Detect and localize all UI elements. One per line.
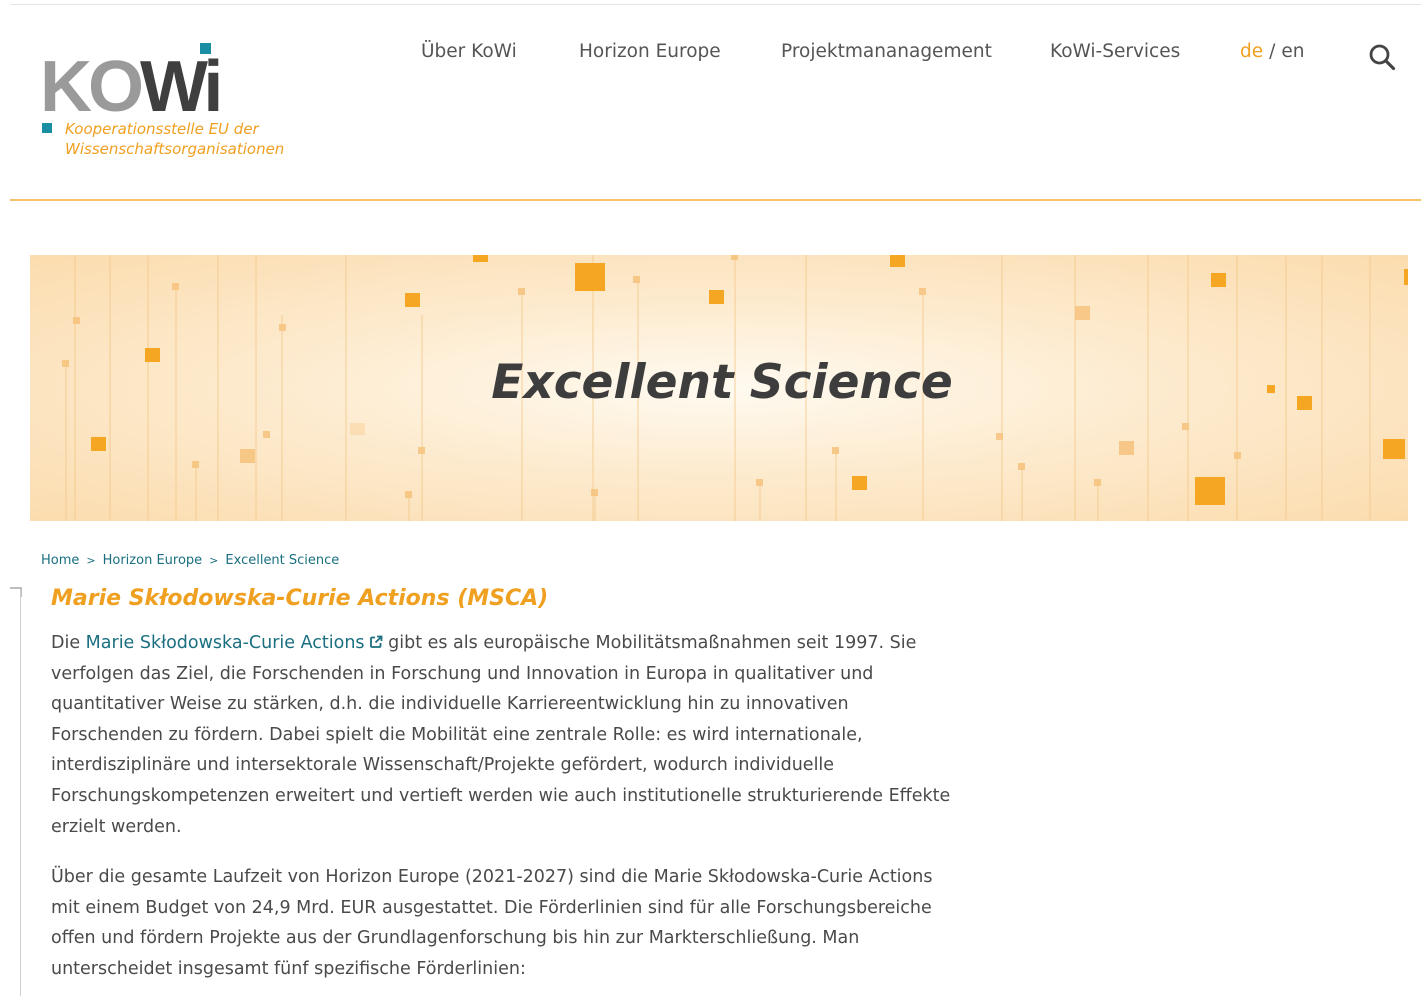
page-title: Marie Skłodowska-Curie Actions (MSCA) [51, 586, 549, 611]
external-link-icon[interactable] [369, 635, 383, 649]
breadcrumb-home[interactable]: Home [41, 553, 79, 568]
lang-en-link[interactable]: en [1281, 41, 1304, 62]
nav-item-ueber-kowi[interactable]: Über KoWi [421, 41, 517, 62]
search-icon[interactable] [1368, 43, 1396, 71]
banner-title: Excellent Science [491, 355, 953, 410]
nav-item-horizon-europe[interactable]: Horizon Europe [579, 41, 721, 62]
breadcrumb: Home > Horizon Europe > Excellent Science [41, 553, 339, 568]
nav-item-projektmanagement[interactable]: Projektmananagement [781, 41, 992, 62]
logo-wi: Wi [140, 47, 223, 127]
tagline-line-1: Kooperationsstelle EU der [65, 120, 259, 138]
tagline-line-2: Wissenschaftsorganisationen [65, 140, 285, 158]
logo-ko: KO [40, 47, 144, 127]
hero-banner: Excellent Science [30, 255, 1408, 521]
para1-prefix: Die [51, 633, 86, 653]
intro-paragraph: Die Marie Skłodowska-Curie Actions gibt … [51, 628, 951, 842]
breadcrumb-separator: > [86, 554, 96, 567]
breadcrumb-separator: > [209, 554, 219, 567]
msca-external-link[interactable]: Marie Skłodowska-Curie Actions [86, 633, 365, 653]
main-content: Marie Skłodowska-Curie Actions (MSCA) Di… [51, 584, 951, 985]
site-header: KOWi Kooperationsstelle EU der Wissensch… [10, 5, 1421, 201]
language-switcher: de / en [1240, 41, 1304, 62]
logo-tagline: Kooperationsstelle EU der Wissenschaftso… [65, 119, 284, 159]
logo-wordmark: KOWi [40, 47, 223, 127]
content-left-rule [20, 590, 21, 996]
kowi-logo[interactable]: KOWi Kooperationsstelle EU der Wissensch… [40, 43, 310, 173]
breadcrumb-horizon-europe[interactable]: Horizon Europe [103, 553, 203, 568]
lang-separator: / [1269, 41, 1276, 62]
nav-item-kowi-services[interactable]: KoWi-Services [1050, 41, 1180, 62]
para1-text: gibt es als europäische Mobilitätsmaßnah… [51, 633, 951, 837]
breadcrumb-excellent-science[interactable]: Excellent Science [225, 553, 339, 568]
lang-de-link[interactable]: de [1240, 41, 1263, 62]
tagline-square-icon [42, 123, 52, 133]
budget-paragraph: Über die gesamte Laufzeit von Horizon Eu… [51, 867, 933, 979]
